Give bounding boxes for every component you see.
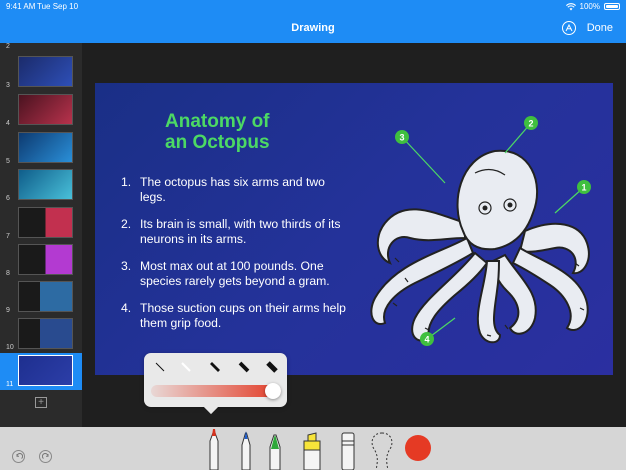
callout-3: 3 (395, 130, 409, 144)
slide-number: 8 (6, 270, 10, 277)
marker-tool-icon[interactable] (204, 427, 224, 470)
list-item: 1. The octopus has six arms and two legs. (121, 175, 325, 204)
slide-number: 10 (6, 344, 14, 351)
battery-icon (604, 3, 620, 10)
svg-text:2: 2 (528, 119, 533, 129)
done-button[interactable]: Done (587, 22, 613, 34)
slide-navigator: 2 3 4 5 6 7 8 9 10 11 + (0, 43, 82, 427)
slide-thumbnail-image (18, 132, 73, 163)
opacity-slider[interactable] (151, 383, 281, 399)
slide-number: 3 (6, 82, 10, 89)
slide-thumbnail-10[interactable]: 10 (0, 316, 82, 353)
highlighter-tool-icon[interactable] (300, 427, 324, 470)
color-picker-swatch[interactable] (405, 435, 431, 461)
slide-thumbnail-7[interactable]: 7 (0, 205, 82, 242)
slide-thumbnail-image (18, 281, 73, 312)
slide[interactable]: Anatomy of an Octopus 1. The octopus has … (95, 83, 613, 375)
list-item: 2. Its brain is small, with two thirds of… (121, 217, 341, 246)
stroke-popover (144, 353, 287, 415)
slide-thumbnail-image (18, 94, 73, 125)
opacity-slider-knob[interactable] (265, 383, 281, 399)
slide-number: 6 (6, 195, 10, 202)
svg-text:4: 4 (424, 335, 429, 345)
slide-thumbnail-image (18, 56, 73, 87)
lasso-tool-icon[interactable] (368, 427, 396, 470)
slide-title-line1: Anatomy of (165, 111, 270, 132)
callout-markers: 3 2 1 4 (395, 116, 591, 346)
callout-4: 4 (420, 332, 434, 346)
status-right: 100% (565, 2, 620, 11)
stroke-width-5[interactable] (262, 357, 282, 377)
slide-thumbnail-image (18, 318, 73, 349)
slide-number: 4 (6, 120, 10, 127)
svg-text:3: 3 (399, 133, 404, 143)
slide-thumbnail-5[interactable]: 5 (0, 130, 82, 167)
slide-thumbnail-11[interactable]: 11 (0, 353, 82, 390)
slide-number: 2 (6, 43, 10, 50)
nav-bar: Drawing Done (0, 14, 626, 43)
slide-thumbnail-image (18, 355, 73, 386)
slide-thumbnail-6[interactable]: 6 (0, 167, 82, 204)
slide-title: Anatomy of an Octopus (165, 111, 305, 153)
undo-icon[interactable] (12, 450, 25, 463)
status-time: 9:41 AM (6, 2, 36, 11)
slide-thumbnail-image (18, 244, 73, 275)
wifi-icon (565, 2, 576, 10)
battery-percent: 100% (579, 2, 600, 11)
slide-thumbnail-2[interactable]: 2 (0, 39, 82, 52)
svg-text:1: 1 (581, 183, 586, 193)
slide-bullet-list: 1. The octopus has six arms and two legs.… (121, 175, 346, 343)
slide-thumbnail-9[interactable]: 9 (0, 279, 82, 316)
stroke-width-1[interactable] (150, 357, 170, 377)
slide-thumbnail-8[interactable]: 8 (0, 242, 82, 279)
redo-icon[interactable] (39, 450, 52, 463)
list-item: 4. Those suction cups on their arms help … (121, 301, 346, 330)
page-title: Drawing (291, 22, 335, 34)
markup-pencil-icon[interactable] (562, 21, 576, 35)
slide-number: 11 (6, 381, 14, 388)
status-date: Tue Sep 10 (37, 2, 79, 11)
list-item: 3. Most max out at 100 pounds. One specie… (121, 259, 330, 288)
status-bar: 9:41 AM Tue Sep 10 100% (0, 0, 626, 14)
slide-number: 5 (6, 158, 10, 165)
slide-thumbnail-image (18, 207, 73, 238)
eraser-tool-icon[interactable] (338, 427, 358, 470)
stroke-width-4[interactable] (234, 357, 254, 377)
slide-thumbnail-4[interactable]: 4 (0, 92, 82, 129)
callout-1: 1 (577, 180, 591, 194)
slide-title-line2: an Octopus (165, 132, 270, 153)
slide-thumbnail-image (18, 169, 73, 200)
tool-tray (0, 427, 626, 470)
slide-number: 7 (6, 233, 10, 240)
stroke-width-3[interactable] (205, 357, 225, 377)
pen-tool-icon[interactable] (238, 427, 254, 470)
add-slide-button[interactable]: + (35, 397, 47, 408)
slide-number: 9 (6, 307, 10, 314)
stroke-width-2[interactable] (176, 357, 196, 377)
crayon-tool-icon[interactable] (266, 427, 284, 470)
slide-thumbnail-3[interactable]: 3 (0, 54, 82, 91)
callout-2: 2 (524, 116, 538, 130)
